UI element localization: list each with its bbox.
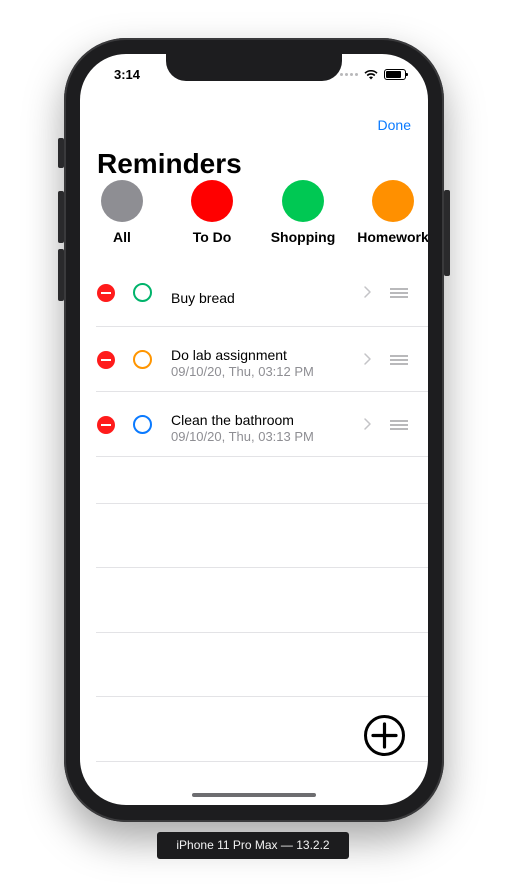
reminder-title: Clean the bathroom [171, 412, 294, 428]
silent-switch [58, 138, 64, 168]
reminder-title: Buy bread [171, 290, 235, 306]
reminder-date: 09/10/20, Thu, 03:12 PM [171, 364, 314, 379]
list-label: To Do [192, 229, 232, 245]
done-button[interactable]: Done [378, 117, 411, 133]
list-item-todo[interactable]: To Do [170, 180, 254, 245]
volume-up-button [58, 191, 64, 243]
list-label: Homework [357, 229, 428, 245]
list-label: Shopping [270, 229, 336, 245]
list-color-circle [282, 180, 324, 222]
reorder-handle-icon[interactable] [390, 288, 408, 298]
reminder-title: Do lab assignment [171, 347, 287, 363]
list-color-circle [372, 180, 414, 222]
chevron-right-icon[interactable] [360, 417, 374, 431]
complete-circle-icon[interactable] [133, 283, 152, 302]
battery-icon [384, 69, 408, 80]
chevron-right-icon[interactable] [360, 285, 374, 299]
page-title: Reminders [97, 148, 242, 179]
table-row[interactable]: Buy bread [96, 271, 428, 327]
complete-circle-icon[interactable] [133, 350, 152, 369]
empty-row-divider [96, 503, 428, 504]
delete-button[interactable] [97, 351, 115, 369]
status-time: 3:14 [114, 67, 141, 82]
chevron-right-icon[interactable] [360, 352, 374, 366]
list-item-all[interactable]: All [80, 180, 164, 245]
simulator-device-label: iPhone 11 Pro Max — 13.2.2 [157, 832, 349, 859]
list-picker: All To Do Shopping Homework [80, 180, 428, 250]
table-row[interactable]: Clean the bathroom 09/10/20, Thu, 03:13 … [96, 392, 428, 457]
reminder-table: Buy bread Do lab assignment 09/10/20, Th… [96, 271, 428, 457]
empty-row-divider [96, 632, 428, 633]
empty-row-divider [96, 761, 428, 762]
phone-screen: 3:14 Done Reminders All To Do Shopping H… [80, 54, 428, 805]
list-color-circle [191, 180, 233, 222]
empty-row-divider [96, 696, 428, 697]
volume-down-button [58, 249, 64, 301]
list-label: All [113, 229, 131, 245]
empty-row-divider [96, 567, 428, 568]
signal-icon [340, 73, 358, 76]
wifi-icon [364, 69, 378, 80]
table-row[interactable]: Do lab assignment 09/10/20, Thu, 03:12 P… [96, 327, 428, 392]
reorder-handle-icon[interactable] [390, 355, 408, 365]
reminder-date: 09/10/20, Thu, 03:13 PM [171, 429, 314, 444]
phone-frame: 3:14 Done Reminders All To Do Shopping H… [58, 38, 450, 822]
add-reminder-button[interactable] [363, 714, 406, 757]
notch [166, 54, 342, 81]
home-indicator[interactable] [192, 793, 316, 797]
list-item-homework[interactable]: Homework [351, 180, 428, 245]
power-button [444, 190, 450, 276]
reorder-handle-icon[interactable] [390, 420, 408, 430]
list-item-shopping[interactable]: Shopping [261, 180, 345, 245]
complete-circle-icon[interactable] [133, 415, 152, 434]
list-color-circle [101, 180, 143, 222]
delete-button[interactable] [97, 416, 115, 434]
delete-button[interactable] [97, 284, 115, 302]
status-icons [340, 69, 408, 80]
